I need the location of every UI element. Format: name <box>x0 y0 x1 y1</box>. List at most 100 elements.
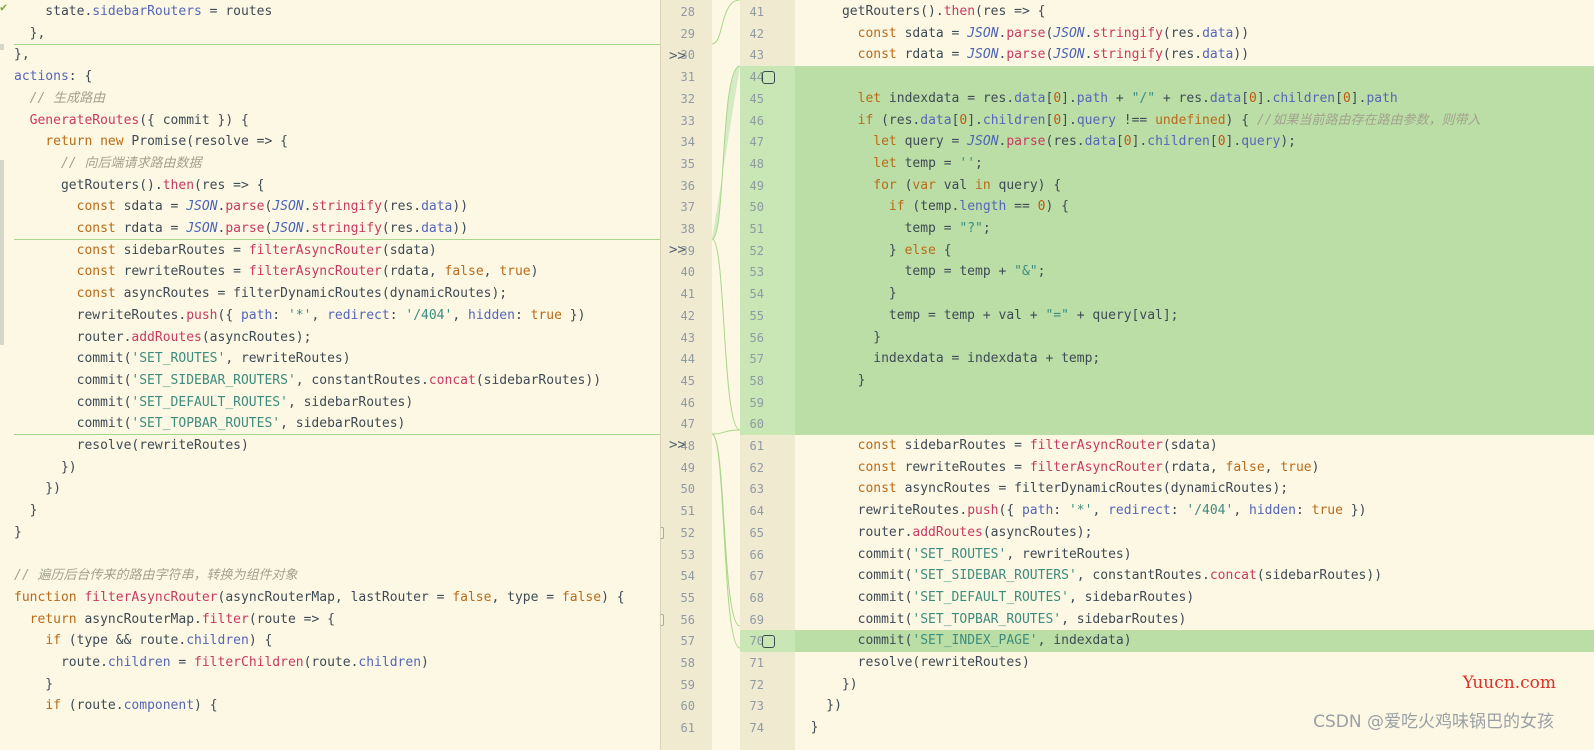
code-line[interactable]: commit('SET_TOPBAR_ROUTES', sidebarRoute… <box>0 413 660 435</box>
line-number: 57 <box>680 634 695 649</box>
code-line[interactable]: } <box>0 500 660 522</box>
code-line[interactable]: temp = temp + "&"; <box>795 261 1594 284</box>
code-line[interactable]: const sdata = JSON.parse(JSON.stringify(… <box>795 23 1594 45</box>
left-editor-pane[interactable]: ✔ state.sidebarRouters = routes },}, acti… <box>0 0 660 750</box>
code-line[interactable]: commit('SET_ROUTES', rewriteRoutes) <box>0 348 660 370</box>
line-number: 52 <box>680 525 695 540</box>
code-line[interactable]: route.children = filterChildren(route.ch… <box>0 652 660 674</box>
code-line[interactable] <box>795 413 1594 436</box>
accept-change-checkbox-icon[interactable] <box>762 635 775 649</box>
code-line[interactable]: // 遍历后台传来的路由字符串，转换为组件对象 <box>0 565 660 587</box>
code-line[interactable]: let query = JSON.parse(res.data[0].child… <box>795 131 1594 154</box>
line-number: 56 <box>680 612 695 627</box>
code-line[interactable]: const rewriteRoutes = filterAsyncRouter(… <box>0 261 660 283</box>
code-line[interactable]: router.addRoutes(asyncRoutes); <box>795 522 1594 544</box>
line-number: 58 <box>680 656 695 670</box>
line-number: 49 <box>749 178 764 193</box>
code-line[interactable]: } <box>795 369 1594 392</box>
line-number: 43 <box>749 48 764 63</box>
code-line[interactable] <box>795 66 1594 89</box>
code-line[interactable]: const sidebarRoutes = filterAsyncRouter(… <box>795 435 1594 457</box>
line-number: 50 <box>749 200 764 215</box>
code-line[interactable]: commit('SET_DEFAULT_ROUTES', sidebarRout… <box>795 587 1594 609</box>
code-line[interactable]: let temp = ''; <box>795 152 1594 175</box>
code-line[interactable]: temp = temp + val + "=" + query[val]; <box>795 304 1594 327</box>
code-line[interactable]: const asyncRoutes = filterDynamicRoutes(… <box>0 283 660 305</box>
line-number: 55 <box>680 590 695 605</box>
code-line[interactable]: router.addRoutes(asyncRoutes); <box>0 327 660 349</box>
code-line[interactable]: for (var val in query) { <box>795 174 1594 197</box>
code-line[interactable]: return asyncRouterMap.filter(route => { <box>0 609 660 631</box>
code-line[interactable]: }, <box>0 23 660 45</box>
code-line[interactable]: }) <box>0 457 660 479</box>
code-line[interactable]: if (res.data[0].children[0].query !== un… <box>795 109 1594 132</box>
code-line[interactable]: const sdata = JSON.parse(JSON.stringify(… <box>0 196 660 218</box>
merge-arrow-icon[interactable]: >> <box>669 239 686 261</box>
yuucn-watermark: Yuucn.com <box>1462 673 1556 693</box>
code-line[interactable]: function filterAsyncRouter(asyncRouterMa… <box>0 587 660 609</box>
code-line[interactable]: const rdata = JSON.parse(JSON.stringify(… <box>795 44 1594 66</box>
code-line[interactable]: // 向后端请求路由数据 <box>0 153 660 175</box>
code-line[interactable]: }, <box>0 44 660 66</box>
line-number: 61 <box>680 721 695 736</box>
code-line[interactable]: } else { <box>795 239 1594 262</box>
code-line[interactable]: }) <box>0 478 660 500</box>
code-line[interactable]: const asyncRoutes = filterDynamicRoutes(… <box>795 478 1594 500</box>
accept-change-checkbox-icon[interactable] <box>762 71 775 85</box>
line-number: 41 <box>749 5 764 19</box>
line-number: 46 <box>680 395 695 410</box>
code-line[interactable]: resolve(rewriteRoutes) <box>795 652 1594 674</box>
line-number: 59 <box>680 677 695 692</box>
code-line[interactable]: commit('SET_DEFAULT_ROUTES', sidebarRout… <box>0 392 660 414</box>
code-line[interactable] <box>0 544 660 566</box>
line-number: 42 <box>749 26 764 41</box>
code-line[interactable]: } <box>795 283 1594 306</box>
line-number: 32 <box>680 91 695 106</box>
code-line[interactable] <box>0 717 660 739</box>
code-line[interactable]: getRouters().then(res => { <box>0 175 660 197</box>
code-line[interactable]: let indexdata = res.data[0].path + "/" +… <box>795 87 1594 110</box>
code-line[interactable]: } <box>795 326 1594 349</box>
fold-marker-icon[interactable] <box>661 527 664 539</box>
right-editor-pane[interactable]: getRouters().then(res => { const sdata =… <box>795 0 1594 750</box>
line-number: 47 <box>680 417 695 432</box>
code-line[interactable]: const rdata = JSON.parse(JSON.stringify(… <box>0 218 660 240</box>
code-line[interactable]: } <box>0 674 660 696</box>
line-number: 31 <box>680 70 695 85</box>
code-line[interactable]: resolve(rewriteRoutes) <box>0 435 660 457</box>
code-line[interactable]: state.sidebarRouters = routes <box>0 1 660 23</box>
fold-marker-icon[interactable] <box>661 614 664 626</box>
line-number: 59 <box>749 395 764 410</box>
code-line[interactable]: // 生成路由 <box>0 88 660 110</box>
code-line[interactable]: getRouters().then(res => { <box>795 1 1594 23</box>
line-number: 48 <box>749 156 764 171</box>
code-line[interactable]: if (type && route.children) { <box>0 630 660 652</box>
line-number: 62 <box>749 460 764 475</box>
line-number: 28 <box>680 5 695 19</box>
code-line[interactable]: } <box>0 522 660 544</box>
code-line[interactable]: commit('SET_INDEX_PAGE', indexdata) <box>795 630 1594 653</box>
code-line[interactable]: const sidebarRoutes = filterAsyncRouter(… <box>0 240 660 262</box>
merge-arrow-icon[interactable]: >> <box>669 434 686 456</box>
code-line[interactable]: temp = "?"; <box>795 218 1594 240</box>
code-line[interactable]: return new Promise(resolve => { <box>0 131 660 153</box>
code-line[interactable]: commit('SET_ROUTES', rewriteRoutes) <box>795 544 1594 566</box>
line-number: 47 <box>749 135 764 150</box>
line-number: 41 <box>680 287 695 302</box>
code-line[interactable]: indexdata = indexdata + temp; <box>795 348 1594 371</box>
code-line[interactable]: if (temp.length == 0) { <box>795 196 1594 219</box>
code-line[interactable]: rewriteRoutes.push({ path: '*', redirect… <box>0 305 660 327</box>
code-line[interactable]: GenerateRoutes({ commit }) { <box>0 110 660 132</box>
code-line[interactable]: commit('SET_TOPBAR_ROUTES', sidebarRoute… <box>795 609 1594 631</box>
code-line[interactable]: const rewriteRoutes = filterAsyncRouter(… <box>795 457 1594 479</box>
code-line[interactable]: rewriteRoutes.push({ path: '*', redirect… <box>795 500 1594 522</box>
code-line[interactable]: actions: { <box>0 66 660 88</box>
code-line[interactable]: commit('SET_SIDEBAR_ROUTERS', constantRo… <box>0 370 660 392</box>
merge-arrow-icon[interactable]: >> <box>669 45 686 67</box>
code-line[interactable]: commit('SET_SIDEBAR_ROUTERS', constantRo… <box>795 565 1594 587</box>
diff-connector-curves <box>712 0 740 649</box>
line-number: 33 <box>680 113 695 128</box>
line-number: 53 <box>749 265 764 280</box>
code-line[interactable]: if (route.component) { <box>0 695 660 717</box>
code-line[interactable] <box>795 391 1594 414</box>
